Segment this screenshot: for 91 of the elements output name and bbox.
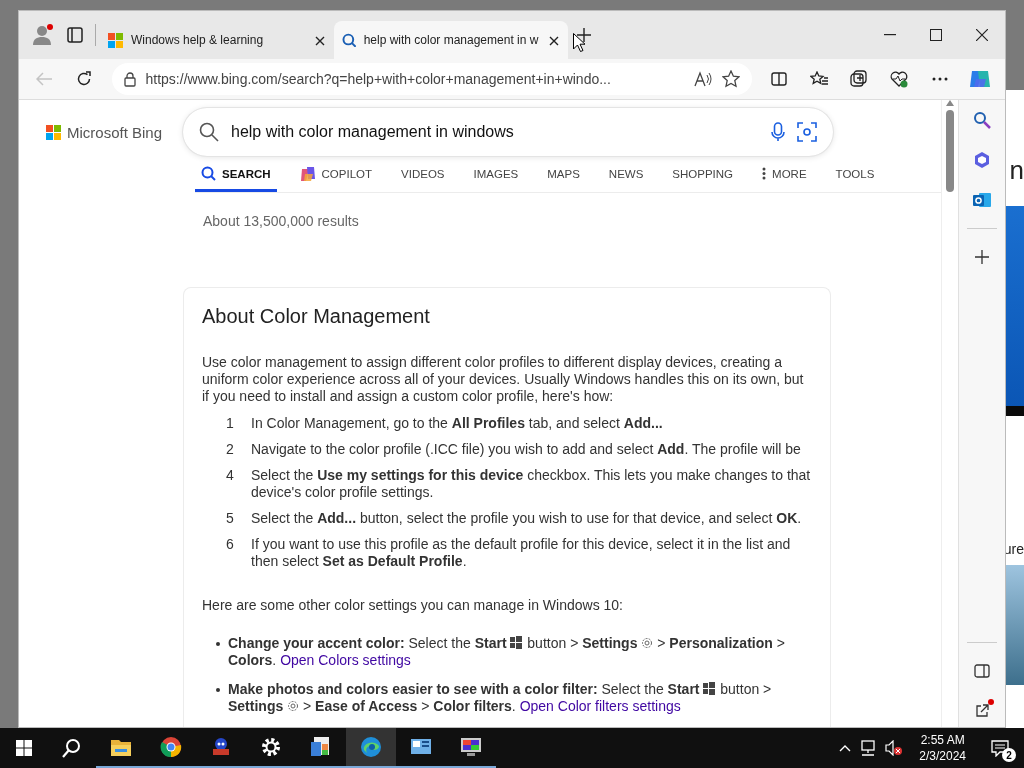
color-profile-icon	[310, 736, 332, 758]
answer-paragraph: Here are some other color settings you can manage in Windows 10:	[202, 597, 624, 614]
search-field[interactable]: help with color management in windows	[183, 108, 833, 157]
plus-icon	[975, 250, 990, 264]
windows-logo-icon	[16, 740, 32, 756]
monitor-icon	[460, 736, 482, 758]
maximize-icon	[930, 29, 942, 41]
windows-logo-icon	[108, 32, 123, 48]
step-text: In Color Management, go to the All Profiles tab, and select Add...	[251, 415, 664, 432]
notification-count: 2	[1002, 748, 1016, 762]
search-tab[interactable]: IMAGES	[467, 158, 525, 192]
scrollbar-thumb[interactable]	[946, 110, 955, 192]
search-icon	[342, 33, 356, 47]
volume-muted-icon[interactable]	[885, 740, 904, 756]
search-tab[interactable]: NEWS	[602, 158, 650, 192]
network-icon[interactable]	[859, 740, 878, 756]
tab-panel-icon	[67, 27, 83, 43]
browser-tab[interactable]: Windows help & learning	[100, 21, 334, 59]
mail-app-icon	[973, 191, 992, 209]
close-icon	[549, 35, 560, 46]
split-screen-icon	[770, 71, 787, 87]
gear-icon	[641, 637, 654, 649]
search-icon	[973, 111, 992, 129]
gear-icon	[260, 736, 282, 758]
step-number: 1	[225, 415, 235, 432]
windows-logo-icon	[510, 636, 524, 649]
settings-link[interactable]: Open Colors settings	[280, 652, 411, 668]
visual-search-icon[interactable]	[797, 122, 817, 143]
bullet-icon	[216, 688, 220, 692]
search-icon	[62, 738, 82, 758]
hexagon-icon	[973, 151, 992, 169]
mouse-pointer-icon	[573, 33, 585, 52]
refresh-icon	[76, 71, 93, 87]
bing-logo[interactable]: Microsoft Bing	[46, 123, 183, 141]
close-icon	[976, 29, 988, 41]
step-number: 5	[225, 510, 235, 527]
person-icon	[32, 24, 54, 46]
search-tab[interactable]: SHOPPING	[666, 158, 740, 192]
search-tab[interactable]: COPILOT	[293, 158, 379, 192]
taskbar-app-button[interactable]	[346, 728, 396, 768]
back-arrow-icon	[36, 72, 53, 86]
chevron-up-icon[interactable]	[839, 744, 852, 752]
minimize-icon	[884, 34, 896, 36]
bullet-text: Make photos and colors easier to see with a color filter: Select the Start button > Settings > Ease of Access > Color filters. Open Color filters settings	[228, 681, 773, 715]
search-icon	[201, 166, 216, 182]
search-icon	[199, 122, 219, 143]
step-text: If you want to use this profile as the default profile for this device, select it in the list and then select Set as Default Profile.	[251, 536, 792, 570]
lock-icon	[123, 71, 136, 87]
step-number: 4	[225, 467, 235, 485]
answer-title: About Color Management	[202, 304, 431, 328]
external-link-icon	[975, 704, 990, 718]
edge-icon	[360, 736, 382, 758]
step-number: 6	[225, 536, 235, 554]
scrollbar[interactable]	[941, 100, 959, 727]
plus-icon	[577, 28, 591, 42]
close-icon	[315, 35, 325, 46]
result-count: About 13,500,000 results	[203, 213, 360, 229]
microphone-icon[interactable]	[771, 122, 785, 143]
answer-paragraph: Use color management to assign different color profiles to different display devices, creating a uniform color experience across all of your devices. Usually Windows handles this on its own, but if you need to install and assign a custom color profile, here's how:	[202, 354, 805, 405]
browser-tab[interactable]: help with color management in w	[334, 21, 568, 59]
search-tab[interactable]: MORE	[756, 158, 813, 192]
notification-dot-icon	[988, 699, 995, 705]
search-tab[interactable]: MAPS	[541, 158, 586, 192]
copilot-icon	[299, 165, 316, 182]
bullet-text: Change your accent color: Select the Start button > Settings > Personalization > Colors. Open Colors settings	[228, 635, 786, 669]
background-text: n	[1009, 155, 1024, 186]
chrome-icon	[160, 736, 182, 758]
more-icon	[762, 167, 767, 181]
more-icon	[931, 77, 948, 81]
step-number: 2	[225, 441, 235, 458]
search-tab[interactable]: SEARCH	[195, 158, 277, 192]
step-text: Select the Add... button, select the profile you wish to use for that device, and select OK.	[251, 510, 803, 527]
sidebar-icon	[974, 664, 991, 678]
heart-pulse-icon	[890, 70, 909, 88]
read-aloud-icon[interactable]	[693, 71, 712, 87]
gear-icon	[287, 700, 300, 712]
search-tab[interactable]: VIDEOS	[395, 158, 451, 192]
settings-link[interactable]: Open Color filters settings	[519, 698, 681, 714]
step-text: Select the Use my settings for this device checkbox. This lets you make changes to that device's color profile settings.	[251, 467, 812, 501]
clock[interactable]: 2:55 AM 2/3/2024	[919, 732, 966, 764]
bullet-icon	[216, 642, 220, 646]
star-list-icon	[809, 71, 828, 87]
notifications-button[interactable]: 2	[982, 730, 1018, 766]
windows-logo-icon	[46, 124, 61, 140]
step-text: Navigate to the color profile (.ICC file) you wish to add and select Add. The profile will be	[251, 441, 802, 458]
windows-logo-icon	[703, 682, 717, 695]
star-icon[interactable]	[721, 70, 740, 88]
collections-icon	[850, 70, 869, 88]
search-tab[interactable]: TOOLS	[829, 158, 881, 192]
address-bar[interactable]: https://www.bing.com/search?q=help+with+color+management+in+windo...	[111, 63, 752, 95]
game-character-icon	[210, 736, 232, 758]
